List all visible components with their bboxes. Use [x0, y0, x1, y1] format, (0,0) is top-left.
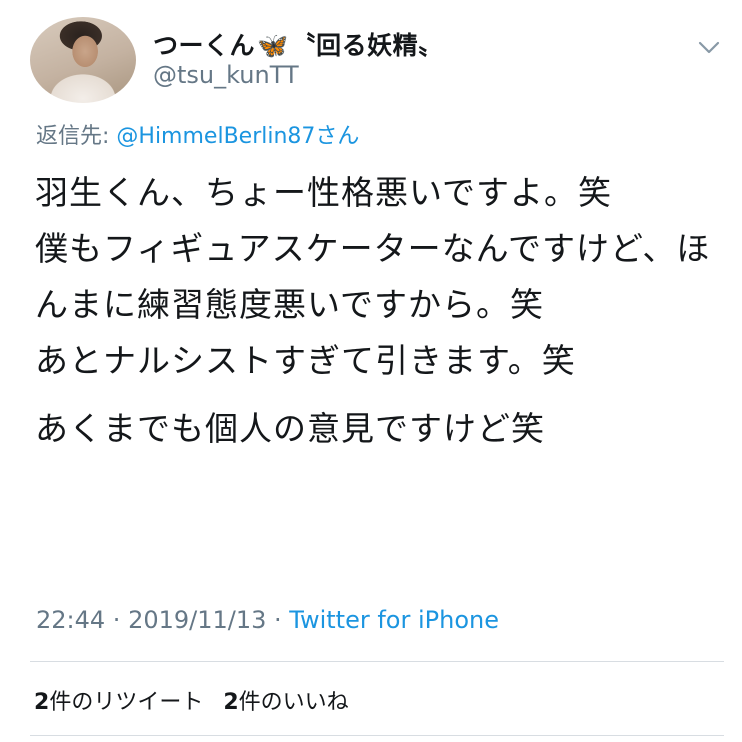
display-name-text: つーくん: [153, 31, 256, 60]
tweet-source-link[interactable]: Twitter for iPhone: [289, 606, 499, 634]
tweet-stats: 2件のリツイート 2件のいいね: [34, 684, 349, 716]
tweet-line: あとナルシストすぎて引きます。笑: [35, 341, 576, 380]
likes-label: 件のいいね: [238, 690, 349, 715]
tweet-text: 羽生くん、ちょー性格悪いですよ。笑 僕もフィギュアスケーターなんですけど、ほんま…: [35, 165, 715, 457]
likes-count: 2: [223, 690, 239, 715]
tweet-line: あくまでも個人の意見ですけど笑: [35, 409, 545, 448]
replying-to-label: 返信先:: [36, 124, 117, 149]
divider: [30, 661, 724, 662]
butterfly-emoji: 🦋: [257, 31, 289, 60]
retweets-stat[interactable]: 2件のリツイート: [34, 690, 203, 715]
chevron-down-icon[interactable]: [696, 34, 722, 60]
display-name-suffix: 〝回る妖精〟: [290, 31, 444, 60]
retweets-count: 2: [34, 690, 50, 715]
tweet-line: 羽生くん、ちょー性格悪いですよ。笑: [35, 173, 613, 212]
tweet-time[interactable]: 22:44: [36, 606, 105, 634]
user-handle[interactable]: @tsu_kunTT: [153, 61, 299, 89]
meta-separator: ·: [105, 606, 129, 634]
display-name[interactable]: つーくん🦋〝回る妖精〟: [153, 26, 444, 62]
likes-stat[interactable]: 2件のいいね: [223, 690, 348, 715]
replying-to: 返信先: @HimmelBerlin87さん: [36, 118, 359, 150]
retweets-label: 件のリツイート: [49, 690, 204, 715]
tweet-date[interactable]: 2019/11/13: [128, 606, 266, 634]
tweet-line: 僕もフィギュアスケーターなんですけど、ほんまに練習態度悪いですから。笑: [35, 229, 711, 324]
tweet-meta: 22:44 · 2019/11/13 · Twitter for iPhone: [36, 606, 499, 634]
reply-mention-link[interactable]: @HimmelBerlin87さん: [116, 124, 359, 149]
meta-separator: ·: [266, 606, 290, 634]
avatar[interactable]: [30, 17, 136, 103]
divider: [30, 735, 724, 736]
